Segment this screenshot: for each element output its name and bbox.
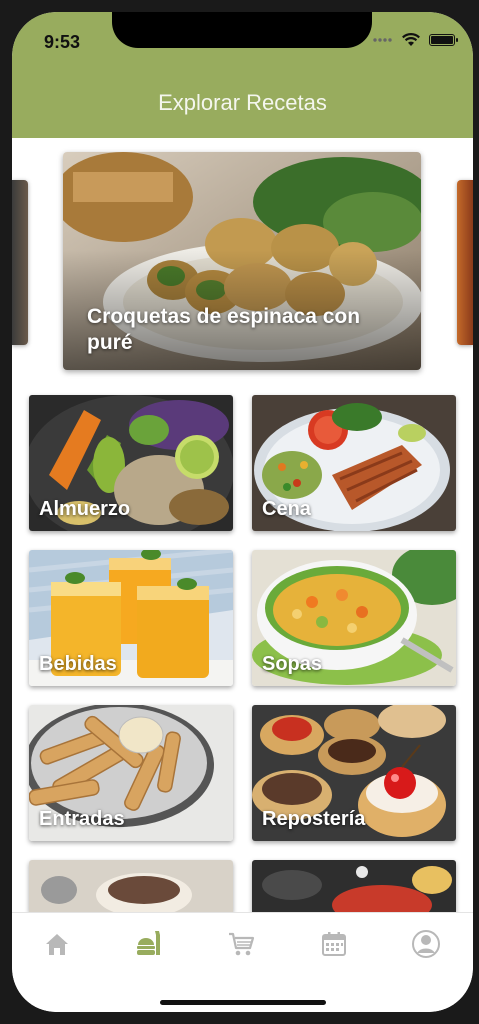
category-label: Almuerzo — [39, 498, 131, 520]
category-card-reposteria[interactable]: Repostería — [252, 705, 456, 841]
category-label: Cena — [262, 498, 311, 520]
category-card-partial-2[interactable] — [252, 860, 456, 912]
category-label: Sopas — [262, 653, 323, 675]
wifi-icon — [402, 33, 420, 46]
recipes-icon — [137, 931, 160, 955]
status-icons — [373, 32, 458, 48]
bottom-tab-bar — [12, 912, 473, 1012]
tab-calendar[interactable] — [314, 927, 354, 961]
tab-cart[interactable] — [221, 927, 261, 961]
category-card-partial-1[interactable] — [29, 860, 233, 912]
battery-icon — [429, 34, 458, 46]
featured-recipe-title: Croquetas de espinaca con puré — [87, 305, 361, 354]
app-header: 9:53 Explorar Recetas — [12, 12, 473, 138]
tab-home[interactable] — [37, 927, 77, 961]
device-notch — [112, 12, 372, 48]
category-card-almuerzo[interactable]: Almuerzo — [29, 395, 233, 531]
calendar-icon — [322, 932, 346, 956]
partial-category-image — [29, 860, 233, 912]
carousel-next-card[interactable] — [457, 180, 473, 345]
home-icon — [46, 934, 68, 955]
featured-recipe-card[interactable]: Croquetas de espinaca con puré — [63, 152, 421, 370]
home-indicator[interactable] — [160, 1000, 326, 1005]
carousel-prev-card[interactable] — [12, 180, 28, 345]
partial-category-image — [252, 860, 456, 912]
device-frame: 9:53 Explorar Recetas Croquetas de espin… — [12, 12, 473, 1012]
category-label: Entradas — [39, 808, 125, 830]
category-card-bebidas[interactable]: Bebidas — [29, 550, 233, 686]
app-screen: 9:53 Explorar Recetas Croquetas de espin… — [12, 12, 473, 1012]
category-card-entradas[interactable]: Entradas — [29, 705, 233, 841]
profile-icon — [412, 930, 440, 958]
signal-icon — [373, 38, 392, 42]
category-card-sopas[interactable]: Sopas — [252, 550, 456, 686]
status-time: 9:53 — [44, 32, 81, 52]
cart-icon — [229, 932, 255, 956]
tab-profile[interactable] — [406, 927, 446, 961]
featured-carousel[interactable]: Croquetas de espinaca con puré — [12, 152, 473, 372]
category-label: Repostería — [262, 808, 366, 830]
page-title: Explorar Recetas — [158, 90, 327, 115]
category-label: Bebidas — [39, 653, 117, 675]
category-card-cena[interactable]: Cena — [252, 395, 456, 531]
tab-recipes[interactable] — [129, 927, 169, 961]
